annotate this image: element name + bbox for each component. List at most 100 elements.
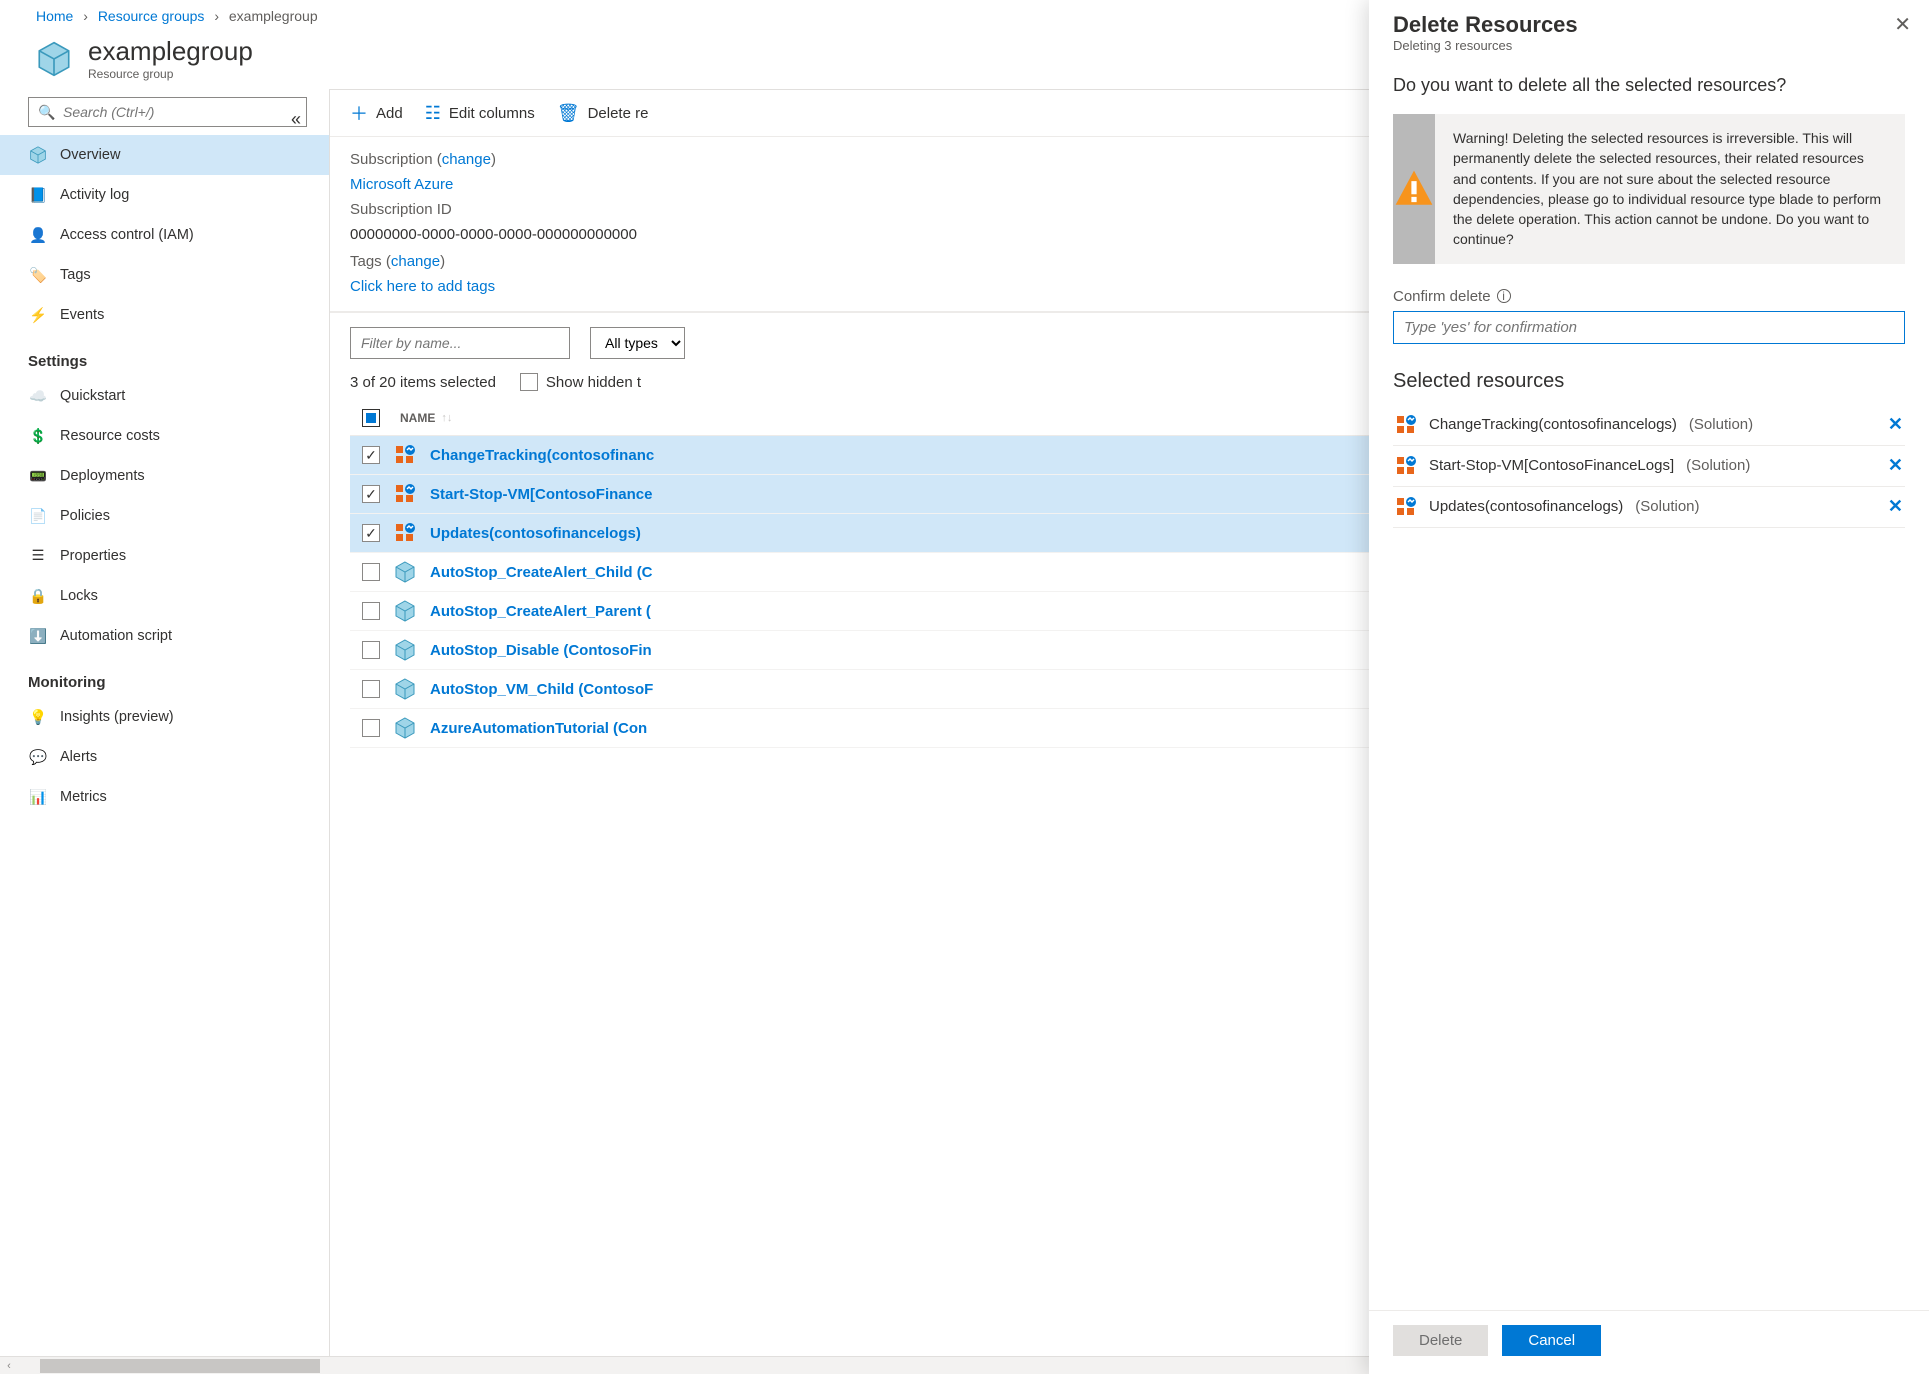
resource-name[interactable]: AutoStop_Disable (ContosoFin xyxy=(430,642,652,659)
sidebar-item-overview[interactable]: Overview xyxy=(0,135,329,175)
types-select[interactable]: All types xyxy=(590,327,685,359)
sidebar-item-label: Overview xyxy=(60,147,120,163)
remove-selected-button[interactable]: ✕ xyxy=(1888,455,1903,476)
resource-name[interactable]: AzureAutomationTutorial (Con xyxy=(430,720,647,737)
sidebar-item-access-control[interactable]: 👤 Access control (IAM) xyxy=(0,215,329,255)
cube-icon xyxy=(394,678,416,700)
sidebar-item-label: Insights (preview) xyxy=(60,709,174,725)
script-icon: ⬇️ xyxy=(28,626,48,646)
sidebar-item-properties[interactable]: ☰Properties xyxy=(0,536,329,576)
subscription-id-label: Subscription ID xyxy=(350,201,452,218)
filter-input[interactable] xyxy=(350,327,570,359)
row-checkbox[interactable] xyxy=(362,524,380,542)
sidebar-item-label: Policies xyxy=(60,508,110,524)
selected-resource-type: (Solution) xyxy=(1635,498,1699,515)
page-subtitle: Resource group xyxy=(88,67,253,81)
cost-icon: 💲 xyxy=(28,426,48,446)
subscription-label: Subscription xyxy=(350,151,433,168)
show-hidden-checkbox[interactable] xyxy=(520,373,538,391)
iam-icon: 👤 xyxy=(28,225,48,245)
confirm-delete-input[interactable] xyxy=(1393,311,1905,344)
breadcrumb-resource-groups[interactable]: Resource groups xyxy=(98,8,205,24)
row-checkbox[interactable] xyxy=(362,680,380,698)
cloud-icon: ☁️ xyxy=(28,386,48,406)
cancel-button[interactable]: Cancel xyxy=(1502,1325,1601,1356)
sidebar-item-label: Resource costs xyxy=(60,428,160,444)
sidebar-item-metrics[interactable]: 📊Metrics xyxy=(0,777,329,817)
search-icon: 🔍 xyxy=(38,104,55,121)
tags-label: Tags xyxy=(350,253,382,270)
sidebar-item-policies[interactable]: 📄 Policies xyxy=(0,496,329,536)
solution-icon xyxy=(394,483,416,505)
remove-selected-button[interactable]: ✕ xyxy=(1888,496,1903,517)
cube-icon xyxy=(394,600,416,622)
row-checkbox[interactable] xyxy=(362,641,380,659)
row-checkbox[interactable] xyxy=(362,719,380,737)
sort-icon: ↑↓ xyxy=(441,412,452,424)
tags-change-link[interactable]: change xyxy=(391,253,440,270)
deployment-icon: 📟 xyxy=(28,466,48,486)
resource-name[interactable]: Updates(contosofinancelogs) xyxy=(430,525,641,542)
show-hidden-label: Show hidden t xyxy=(546,374,641,391)
bolt-icon: ⚡ xyxy=(28,305,48,325)
sidebar-item-alerts[interactable]: 💬 Alerts xyxy=(0,737,329,777)
selected-resource-name: Start-Stop-VM[ContosoFinanceLogs] xyxy=(1429,457,1674,474)
sidebar-item-quickstart[interactable]: ☁️Quickstart xyxy=(0,376,329,416)
collapse-sidebar-icon[interactable]: « xyxy=(291,109,301,130)
close-button[interactable]: ✕ xyxy=(1894,12,1911,37)
subscription-name-link[interactable]: Microsoft Azure xyxy=(350,176,453,193)
sidebar-item-automation-script[interactable]: ⬇️Automation script xyxy=(0,616,329,656)
resource-name[interactable]: AutoStop_CreateAlert_Parent ( xyxy=(430,603,651,620)
delete-resources-panel: Delete Resources Deleting 3 resources ✕ … xyxy=(1369,0,1929,1374)
sidebar-item-tags[interactable]: 🏷️Tags xyxy=(0,255,329,295)
sidebar-item-activity-log[interactable]: 📘 Activity log xyxy=(0,175,329,215)
subscription-change-link[interactable]: change xyxy=(442,151,491,168)
row-checkbox[interactable] xyxy=(362,602,380,620)
breadcrumb-home[interactable]: Home xyxy=(36,8,73,24)
search-input[interactable] xyxy=(28,97,307,127)
sidebar-item-events[interactable]: ⚡ Events xyxy=(0,295,329,335)
solution-icon xyxy=(394,444,416,466)
log-icon: 📘 xyxy=(28,185,48,205)
alert-icon: 💬 xyxy=(28,747,48,767)
policy-icon: 📄 xyxy=(28,506,48,526)
chevron-right-icon: › xyxy=(214,8,219,24)
selection-count: 3 of 20 items selected xyxy=(350,374,496,391)
sidebar-item-label: Access control (IAM) xyxy=(60,227,194,243)
lock-icon: 🔒 xyxy=(28,586,48,606)
delete-button[interactable]: Delete xyxy=(1393,1325,1488,1356)
sidebar-item-label: Activity log xyxy=(60,187,129,203)
resource-name[interactable]: Start-Stop-VM[ContosoFinance xyxy=(430,486,653,503)
bulb-icon: 💡 xyxy=(28,707,48,727)
row-checkbox[interactable] xyxy=(362,485,380,503)
selected-resource-type: (Solution) xyxy=(1686,457,1750,474)
row-checkbox[interactable] xyxy=(362,446,380,464)
select-all-checkbox[interactable] xyxy=(362,409,380,427)
sidebar-item-label: Events xyxy=(60,307,104,323)
properties-icon: ☰ xyxy=(28,546,48,566)
sidebar-item-deployments[interactable]: 📟Deployments xyxy=(0,456,329,496)
row-checkbox[interactable] xyxy=(362,563,380,581)
warning-box: Warning! Deleting the selected resources… xyxy=(1393,114,1905,264)
sidebar-item-insights[interactable]: 💡 Insights (preview) xyxy=(0,697,329,737)
solution-icon xyxy=(1395,455,1417,477)
selected-resource-name: ChangeTracking(contosofinancelogs) xyxy=(1429,416,1677,433)
remove-icon: ✕ xyxy=(1888,414,1903,434)
resource-name[interactable]: AutoStop_VM_Child (ContosoF xyxy=(430,681,653,698)
selected-resource-type: (Solution) xyxy=(1689,416,1753,433)
sidebar-item-label: Alerts xyxy=(60,749,97,765)
add-tags-link[interactable]: Click here to add tags xyxy=(350,278,495,295)
edit-columns-button[interactable]: ☷Edit columns xyxy=(425,100,535,126)
column-name[interactable]: NAME xyxy=(400,411,435,425)
sidebar-item-resource-costs[interactable]: 💲 Resource costs xyxy=(0,416,329,456)
solution-icon xyxy=(1395,496,1417,518)
resource-name[interactable]: AutoStop_CreateAlert_Child (C xyxy=(430,564,653,581)
warning-text: Warning! Deleting the selected resources… xyxy=(1435,114,1905,264)
page-title: examplegroup xyxy=(88,36,253,67)
delete-resource-group-button[interactable]: 🗑Delete re xyxy=(557,100,649,126)
remove-selected-button[interactable]: ✕ xyxy=(1888,414,1903,435)
add-button[interactable]: ＋Add xyxy=(350,100,403,126)
selected-resource-name: Updates(contosofinancelogs) xyxy=(1429,498,1623,515)
sidebar-item-locks[interactable]: 🔒Locks xyxy=(0,576,329,616)
resource-name[interactable]: ChangeTracking(contosofinanc xyxy=(430,447,654,464)
